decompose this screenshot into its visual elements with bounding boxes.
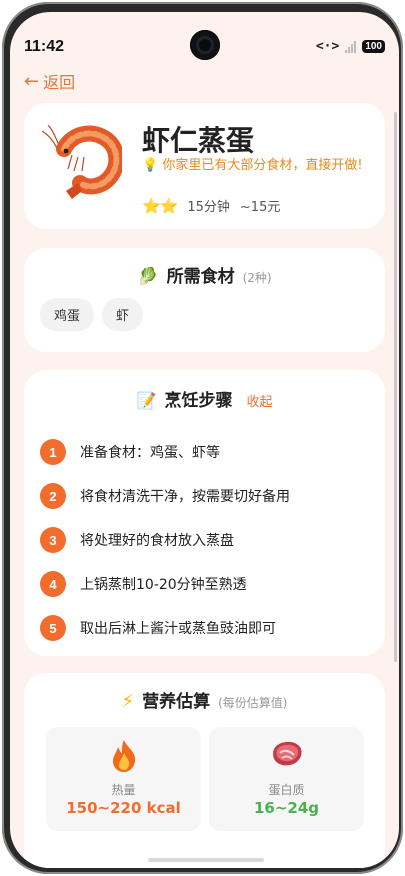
ingredients-count: (2种): [242, 271, 272, 285]
step-item: 2 将食材清洗干净，按需要切好备用: [40, 474, 370, 518]
recipe-tip: 💡 你家里已有大部分食材，直接开做!: [142, 158, 363, 173]
status-time: 11:42: [24, 38, 65, 55]
status-icons: <·> 100: [316, 39, 385, 54]
step-item: 1 准备食材：鸡蛋、虾等: [40, 430, 370, 474]
step-number: 5: [40, 615, 66, 641]
nutrition-tile-calories: 热量 150~220 kcal: [46, 727, 201, 831]
nutrition-tile-protein: 蛋白质 16~24g: [209, 727, 364, 831]
collapse-button[interactable]: 收起: [246, 391, 272, 410]
steps-card: 📝 烹饪步骤 收起 1 准备食材：鸡蛋、虾等 2 将食材清洗干净，按需要切好备用…: [24, 370, 385, 656]
step-number: 3: [40, 527, 66, 553]
protein-label: 蛋白质: [268, 783, 305, 797]
steps-header: 📝 烹饪步骤 收起: [24, 386, 385, 411]
nutrition-title: 营养估算: [142, 692, 211, 712]
nutrition-tiles: 热量 150~220 kcal 蛋白质 16~24g: [46, 727, 364, 831]
recipe-meta: ⭐⭐ 15分钟 ~15元: [142, 196, 281, 216]
shrimp-icon: [42, 125, 122, 199]
back-button[interactable]: ← 返回: [24, 69, 75, 93]
home-indicator[interactable]: [148, 858, 264, 862]
nutrition-header: ⚡ 营养估算 (每份估算值): [24, 687, 385, 712]
calories-value: 150~220 kcal: [66, 799, 181, 817]
meat-icon: [209, 739, 364, 773]
memo-icon: 📝: [136, 391, 157, 410]
ingredients-card: 🥬 所需食材 (2种) 鸡蛋 虾: [24, 248, 385, 352]
step-item: 4 上锅蒸制10-20分钟至熟透: [40, 562, 370, 606]
fire-icon: [46, 739, 201, 777]
steps-list: 1 准备食材：鸡蛋、虾等 2 将食材清洗干净，按需要切好备用 3 将处理好的食材…: [40, 430, 370, 650]
scrollbar[interactable]: [394, 112, 397, 662]
ingredient-chip[interactable]: 鸡蛋: [40, 298, 95, 331]
cost: ~15元: [239, 200, 281, 215]
signal-icon: [345, 40, 357, 53]
step-text: 取出后淋上酱汁或蒸鱼豉油即可: [80, 621, 276, 637]
ingredients-title: 所需食材: [166, 267, 235, 287]
recipe-header-card: 虾仁蒸蛋 💡 你家里已有大部分食材，直接开做! ⭐⭐ 15分钟 ~15元: [24, 103, 385, 229]
phone-frame: 11:42 <·> 100 ← 返回 虾仁蒸蛋 💡 你家里已有大部分食材，直接开…: [2, 2, 403, 874]
step-item: 5 取出后淋上酱汁或蒸鱼豉油即可: [40, 606, 370, 650]
difficulty-stars-icon: ⭐⭐: [142, 196, 178, 215]
step-item: 3 将处理好的食材放入蒸盘: [40, 518, 370, 562]
step-number: 1: [40, 439, 66, 465]
arrow-left-icon: ←: [24, 70, 40, 92]
status-bar: 11:42 <·> 100: [10, 12, 399, 60]
protein-value: 16~24g: [253, 799, 320, 817]
step-text: 上锅蒸制10-20分钟至熟透: [80, 577, 247, 593]
recipe-title: 虾仁蒸蛋: [142, 124, 255, 157]
nutrition-card: ⚡ 营养估算 (每份估算值) 热量 150~220 kcal 蛋白质 16~24…: [24, 673, 385, 868]
front-camera: [190, 30, 220, 60]
screen: 11:42 <·> 100 ← 返回 虾仁蒸蛋 💡 你家里已有大部分食材，直接开…: [10, 12, 399, 868]
step-number: 4: [40, 571, 66, 597]
step-text: 准备食材：鸡蛋、虾等: [80, 445, 220, 461]
lightning-icon: ⚡: [121, 691, 135, 712]
ingredients-header: 🥬 所需食材 (2种): [24, 262, 385, 287]
ingredient-chips: 鸡蛋 虾: [40, 298, 144, 331]
step-text: 将食材清洗干净，按需要切好备用: [80, 489, 290, 505]
steps-title: 烹饪步骤: [164, 391, 233, 411]
ingredient-chip[interactable]: 虾: [102, 298, 144, 331]
calories-label: 热量: [111, 783, 136, 797]
back-label: 返回: [43, 73, 76, 92]
cook-time: 15分钟: [187, 200, 230, 215]
battery-icon: 100: [362, 40, 385, 53]
link-icon: <·>: [315, 39, 340, 54]
leafy-greens-icon: 🥬: [137, 267, 159, 287]
step-number: 2: [40, 483, 66, 509]
step-text: 将处理好的食材放入蒸盘: [80, 533, 234, 549]
nutrition-subtitle: (每份估算值): [218, 696, 288, 710]
